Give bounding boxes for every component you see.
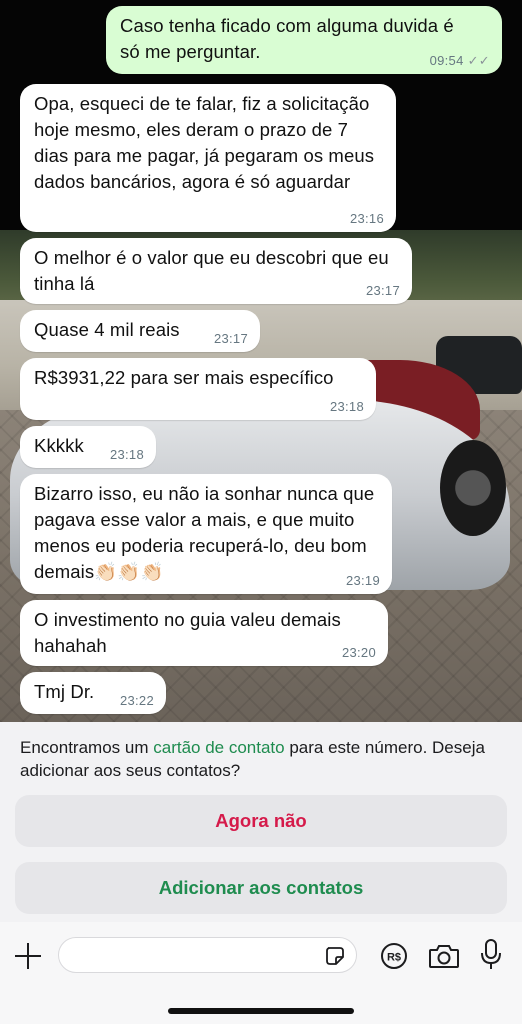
message-text: só me perguntar. <box>120 41 261 62</box>
message-composer: R$ <box>0 922 522 1024</box>
message-time: 23:18 <box>109 447 144 462</box>
message-time: 09:54 ✓✓ <box>429 53 490 68</box>
contact-card-prompt: Encontramos um cartão de contato para es… <box>20 738 485 780</box>
message-incoming[interactable]: Bizarro isso, eu não ia sonhar nunca que… <box>20 474 392 594</box>
message-text: Opa, esqueci de te falar, fiz a solicita… <box>34 93 375 192</box>
message-incoming[interactable]: Tmj Dr. 23:22 <box>20 672 166 714</box>
sticker-icon[interactable] <box>324 945 346 967</box>
message-text: O investimento no guia valeu demais haha… <box>34 609 341 656</box>
read-receipt-icon: ✓✓ <box>467 53 490 68</box>
message-input[interactable] <box>73 944 317 968</box>
message-time: 23:16 <box>349 211 384 226</box>
message-incoming[interactable]: Opa, esqueci de te falar, fiz a solicita… <box>20 84 396 232</box>
contact-card-banner: Encontramos um cartão de contato para es… <box>0 722 522 922</box>
add-to-contacts-button[interactable]: Adicionar aos contatos <box>15 862 507 914</box>
message-time: 23:22 <box>119 693 154 708</box>
message-text: O melhor é o valor que eu descobri que e… <box>34 247 389 294</box>
message-input-container[interactable] <box>58 937 357 973</box>
message-incoming[interactable]: Quase 4 mil reais 23:17 <box>20 310 260 352</box>
payment-icon-label: R$ <box>387 952 401 964</box>
message-time: 23:17 <box>213 331 248 346</box>
message-text: R$3931,22 para ser mais específico <box>34 367 334 388</box>
message-time: 23:18 <box>329 399 364 414</box>
message-incoming[interactable]: O investimento no guia valeu demais haha… <box>20 600 388 666</box>
camera-icon[interactable] <box>428 943 460 969</box>
message-time: 23:20 <box>341 645 376 660</box>
plus-icon[interactable] <box>14 942 42 970</box>
contact-card-link[interactable]: cartão de contato <box>153 738 284 757</box>
microphone-icon[interactable] <box>480 939 502 971</box>
message-text: Bizarro isso, eu não ia sonhar nunca que… <box>34 483 375 582</box>
message-outgoing[interactable]: Caso tenha ficado com alguma duvida é só… <box>106 6 502 74</box>
payment-icon[interactable]: R$ <box>380 942 408 970</box>
message-incoming[interactable]: Kkkkk 23:18 <box>20 426 156 468</box>
message-time: 23:17 <box>365 283 400 298</box>
message-time: 23:19 <box>345 573 380 588</box>
not-now-button[interactable]: Agora não <box>15 795 507 847</box>
message-incoming[interactable]: O melhor é o valor que eu descobri que e… <box>20 238 412 304</box>
home-indicator <box>168 1008 354 1014</box>
message-incoming[interactable]: R$3931,22 para ser mais específico 23:18 <box>20 358 376 420</box>
message-text: Caso tenha ficado com alguma duvida é <box>120 15 454 36</box>
